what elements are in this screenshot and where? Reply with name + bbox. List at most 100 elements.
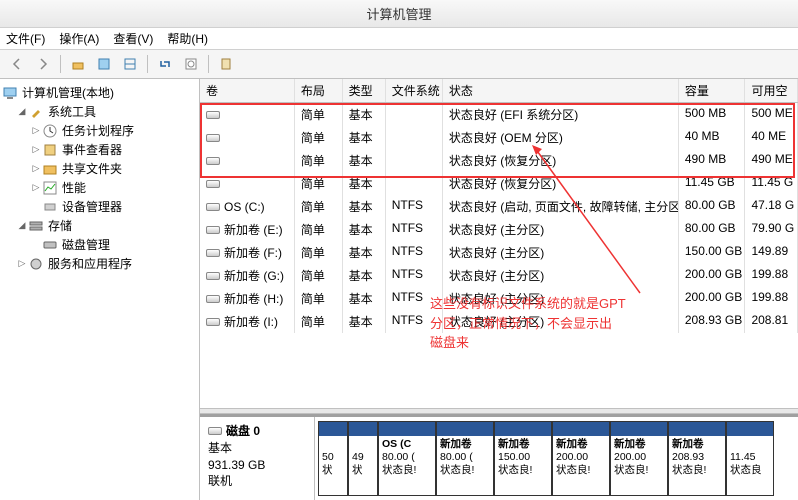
cell-filesystem: NTFS (386, 218, 443, 241)
column-filesystem[interactable]: 文件系统 (386, 79, 443, 102)
disk-icon (208, 427, 222, 435)
cell-layout: 简单 (295, 126, 343, 149)
table-row[interactable]: 简单基本状态良好 (恢复分区)490 MB490 ME (200, 149, 798, 172)
disk-info[interactable]: 磁盘 0 基本 931.39 GB 联机 (200, 417, 315, 500)
computer-icon (2, 85, 18, 101)
table-row[interactable]: 简单基本状态良好 (OEM 分区)40 MB40 ME (200, 126, 798, 149)
back-button[interactable] (6, 53, 28, 75)
refresh-button[interactable] (154, 53, 176, 75)
tree-system-tools[interactable]: ◢ 系统工具 (2, 102, 197, 121)
annotation-text: 这些没有标识文件系统的就是GPT 分区，正常情况下，不会显示出 磁盘来 (430, 294, 626, 353)
tree-event-viewer[interactable]: ▷ 事件查看器 (2, 140, 197, 159)
table-row[interactable]: 简单基本状态良好 (EFI 系统分区)500 MB500 ME (200, 103, 798, 126)
tree-storage[interactable]: ◢ 存储 (2, 216, 197, 235)
column-layout[interactable]: 布局 (295, 79, 343, 102)
partition-block[interactable]: 11.45状态良 (726, 421, 774, 496)
partition-block[interactable]: 新加卷150.00状态良! (494, 421, 552, 496)
volume-icon (206, 295, 220, 303)
volume-name: 新加卷 (E:) (224, 221, 283, 238)
cell-available: 208.81 (745, 310, 798, 333)
table-row[interactable]: 新加卷 (E:)简单基本NTFS状态良好 (主分区)80.00 GB79.90 … (200, 218, 798, 241)
volume-icon (206, 272, 220, 280)
table-row[interactable]: 新加卷 (G:)简单基本NTFS状态良好 (主分区)200.00 GB199.8… (200, 264, 798, 287)
cell-filesystem (386, 103, 443, 126)
column-volume[interactable]: 卷 (200, 79, 295, 102)
help-button[interactable] (215, 53, 237, 75)
partition-body: 新加卷150.00状态良! (495, 436, 551, 495)
cell-available: 199.88 (745, 287, 798, 310)
cell-status: 状态良好 (主分区) (443, 264, 679, 287)
cell-capacity: 80.00 GB (679, 195, 746, 218)
cell-capacity: 80.00 GB (679, 218, 746, 241)
table-row[interactable]: 新加卷 (F:)简单基本NTFS状态良好 (主分区)150.00 GB149.8… (200, 241, 798, 264)
tree-label: 共享文件夹 (62, 160, 122, 177)
expand-icon[interactable]: ▷ (30, 163, 42, 174)
cell-type: 基本 (343, 172, 386, 195)
cell-type: 基本 (343, 287, 386, 310)
tree-services-apps[interactable]: ▷ 服务和应用程序 (2, 254, 197, 273)
partition-block[interactable]: 新加卷200.00状态良! (610, 421, 668, 496)
tree-label: 事件查看器 (62, 141, 122, 158)
cell-filesystem: NTFS (386, 264, 443, 287)
table-row[interactable]: 简单基本状态良好 (恢复分区)11.45 GB11.45 G (200, 172, 798, 195)
volume-name: OS (C:) (224, 200, 265, 214)
tree-performance[interactable]: ▷ 性能 (2, 178, 197, 197)
expand-icon[interactable]: ▷ (16, 258, 28, 269)
storage-icon (28, 218, 44, 234)
performance-icon (42, 180, 58, 196)
column-available[interactable]: 可用空 (745, 79, 798, 102)
tree-shared-folders[interactable]: ▷ 共享文件夹 (2, 159, 197, 178)
partition-block[interactable]: 新加卷80.00 (状态良! (436, 421, 494, 496)
tree-label: 性能 (62, 179, 86, 196)
partition-block[interactable]: 49状 (348, 421, 378, 496)
cell-available: 79.90 G (745, 218, 798, 241)
menu-action[interactable]: 操作(A) (59, 30, 99, 47)
partition-body: 新加卷80.00 (状态良! (437, 436, 493, 495)
cell-status: 状态良好 (主分区) (443, 218, 679, 241)
partition-block[interactable]: 50状 (318, 421, 348, 496)
cell-type: 基本 (343, 195, 386, 218)
cell-available: 47.18 G (745, 195, 798, 218)
navigation-tree[interactable]: 计算机管理(本地) ◢ 系统工具 ▷ 任务计划程序 ▷ 事件查看器 ▷ 共享文件… (0, 79, 200, 500)
content-area: 计算机管理(本地) ◢ 系统工具 ▷ 任务计划程序 ▷ 事件查看器 ▷ 共享文件… (0, 79, 798, 500)
partition-block[interactable]: 新加卷200.00状态良! (552, 421, 610, 496)
partition-header-bar (553, 422, 609, 436)
partition-block[interactable]: OS (C80.00 (状态良! (378, 421, 436, 496)
settings-button[interactable] (180, 53, 202, 75)
column-status[interactable]: 状态 (443, 79, 679, 102)
menu-file[interactable]: 文件(F) (6, 30, 45, 47)
expand-icon[interactable]: ▷ (30, 182, 42, 193)
table-row[interactable]: OS (C:)简单基本NTFS状态良好 (启动, 页面文件, 故障转储, 主分区… (200, 195, 798, 218)
list-button[interactable] (119, 53, 141, 75)
menu-help[interactable]: 帮助(H) (167, 30, 208, 47)
cell-layout: 简单 (295, 241, 343, 264)
column-type[interactable]: 类型 (343, 79, 386, 102)
properties-button[interactable] (93, 53, 115, 75)
expand-icon[interactable]: ▷ (30, 125, 42, 136)
cell-layout: 简单 (295, 149, 343, 172)
column-capacity[interactable]: 容量 (679, 79, 746, 102)
up-button[interactable] (67, 53, 89, 75)
tree-disk-mgmt[interactable]: 磁盘管理 (2, 235, 197, 254)
forward-button[interactable] (32, 53, 54, 75)
tree-root[interactable]: 计算机管理(本地) (2, 83, 197, 102)
collapse-icon[interactable]: ◢ (16, 106, 28, 117)
cell-status: 状态良好 (恢复分区) (443, 172, 679, 195)
tree-label: 任务计划程序 (62, 122, 134, 139)
separator (208, 55, 209, 73)
tree-task-scheduler[interactable]: ▷ 任务计划程序 (2, 121, 197, 140)
disk-layout-panel: 磁盘 0 基本 931.39 GB 联机 50状49状OS (C80.00 (状… (200, 414, 798, 500)
collapse-icon[interactable]: ◢ (16, 220, 28, 231)
tree-device-manager[interactable]: 设备管理器 (2, 197, 197, 216)
cell-status: 状态良好 (OEM 分区) (443, 126, 679, 149)
volume-name: 新加卷 (F:) (224, 244, 282, 261)
cell-type: 基本 (343, 218, 386, 241)
tree-label: 存储 (48, 217, 72, 234)
expand-icon[interactable]: ▷ (30, 144, 42, 155)
cell-filesystem (386, 172, 443, 195)
menu-view[interactable]: 查看(V) (113, 30, 153, 47)
cell-filesystem: NTFS (386, 241, 443, 264)
partition-body: 50状 (319, 436, 347, 495)
cell-status: 状态良好 (EFI 系统分区) (443, 103, 679, 126)
partition-block[interactable]: 新加卷208.93状态良! (668, 421, 726, 496)
